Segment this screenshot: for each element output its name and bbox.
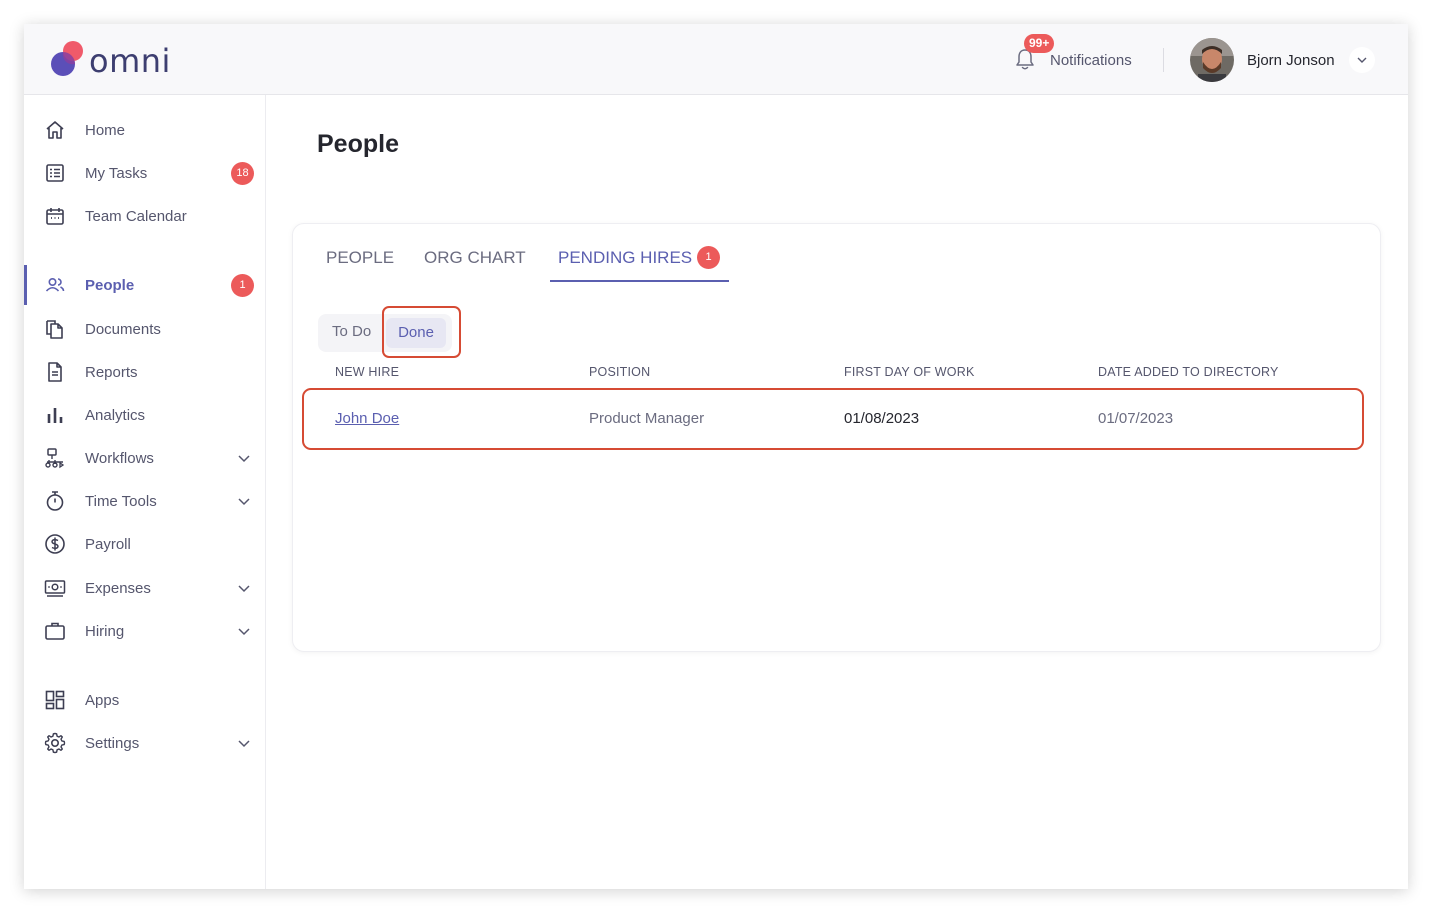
people-card: PEOPLE ORG CHART PENDING HIRES 1 To Do D…: [292, 223, 1381, 652]
tasks-count-badge: 18: [231, 162, 254, 185]
done-highlight-box: [382, 306, 461, 358]
pending-hires-count-badge: 1: [697, 246, 720, 269]
app-window: omni Notifications 99+ Bjorn Jonson Home…: [24, 24, 1408, 889]
tab-people[interactable]: PEOPLE: [326, 248, 394, 284]
sidebar-item-payroll[interactable]: Payroll: [24, 524, 266, 564]
user-menu[interactable]: Bjorn Jonson: [1190, 38, 1375, 82]
workflows-icon: [45, 448, 65, 469]
tab-pending-hires[interactable]: PENDING HIRES: [558, 248, 692, 284]
active-tab-indicator: [550, 280, 729, 282]
sidebar-item-home[interactable]: Home: [24, 110, 266, 150]
notifications-label: Notifications: [1050, 51, 1132, 69]
gear-icon: [44, 732, 66, 754]
sidebar-item-label: Analytics: [85, 406, 146, 424]
sidebar-item-label: Documents: [85, 320, 161, 338]
apps-icon: [45, 690, 65, 710]
documents-icon: [46, 320, 63, 339]
page-title: People: [317, 130, 399, 158]
people-icon: [45, 278, 65, 292]
sidebar-item-time-tools[interactable]: Time Tools: [24, 481, 266, 521]
sidebar: Home My Tasks 18 Team Calendar People 1 …: [24, 95, 266, 889]
sidebar-item-label: Expenses: [85, 579, 151, 597]
sidebar-item-label: Time Tools: [85, 492, 157, 510]
home-icon: [46, 121, 64, 139]
sidebar-item-analytics[interactable]: Analytics: [24, 395, 266, 435]
sidebar-item-label: Settings: [85, 734, 140, 752]
sidebar-item-documents[interactable]: Documents: [24, 309, 266, 349]
notifications-count-badge: 99+: [1024, 34, 1055, 53]
dollar-icon: [45, 534, 65, 554]
tasks-icon: [46, 164, 64, 182]
date-added-cell: 01/07/2023: [1098, 410, 1174, 427]
column-header-position[interactable]: POSITION: [589, 365, 650, 379]
avatar: [1190, 38, 1234, 82]
calendar-icon: [46, 208, 64, 225]
chevron-down-icon[interactable]: [237, 451, 251, 465]
sidebar-item-label: My Tasks: [85, 164, 148, 182]
position-cell: Product Manager: [589, 410, 705, 427]
briefcase-icon: [45, 622, 65, 640]
new-hire-name-link[interactable]: John Doe: [335, 410, 399, 427]
header-divider: [1163, 48, 1164, 72]
sidebar-item-reports[interactable]: Reports: [24, 352, 266, 392]
chevron-down-icon[interactable]: [237, 624, 251, 638]
top-bar: omni Notifications 99+ Bjorn Jonson: [24, 24, 1408, 95]
people-count-badge: 1: [231, 274, 254, 297]
chevron-down-icon[interactable]: [237, 581, 251, 595]
sidebar-item-label: People: [85, 276, 135, 294]
sidebar-item-settings[interactable]: Settings: [24, 723, 266, 763]
sidebar-item-label: Apps: [85, 691, 120, 709]
sidebar-item-label: Reports: [85, 363, 138, 381]
stopwatch-icon: [46, 491, 64, 511]
segment-to-do[interactable]: To Do: [332, 323, 371, 340]
sidebar-item-label: Payroll: [85, 535, 131, 553]
column-header-new-hire[interactable]: NEW HIRE: [335, 365, 399, 379]
sidebar-item-label: Home: [85, 121, 126, 139]
tab-org-chart[interactable]: ORG CHART: [424, 248, 526, 284]
sidebar-item-team-calendar[interactable]: Team Calendar: [24, 196, 266, 236]
sidebar-item-label: Hiring: [85, 622, 125, 640]
user-name: Bjorn Jonson: [1247, 51, 1335, 69]
sidebar-item-my-tasks[interactable]: My Tasks 18: [24, 153, 266, 193]
reports-icon: [48, 362, 62, 382]
first-day-cell: 01/08/2023: [844, 410, 920, 427]
sidebar-item-expenses[interactable]: Expenses: [24, 568, 266, 608]
sidebar-item-hiring[interactable]: Hiring: [24, 611, 266, 651]
sidebar-item-people[interactable]: People 1: [24, 265, 266, 305]
sidebar-item-label: Team Calendar: [85, 207, 187, 225]
expenses-icon: [44, 580, 66, 597]
table-row-highlight-box: [302, 388, 1364, 450]
sidebar-item-apps[interactable]: Apps: [24, 680, 266, 720]
sidebar-item-workflows[interactable]: Workflows: [24, 438, 266, 478]
sidebar-item-label: Workflows: [85, 449, 154, 467]
chevron-down-icon[interactable]: [1348, 47, 1375, 73]
omni-logo[interactable]: omni: [49, 40, 189, 80]
logo-text: omni: [89, 42, 171, 80]
column-header-first-day[interactable]: FIRST DAY OF WORK: [844, 365, 975, 379]
chevron-down-icon[interactable]: [237, 736, 251, 750]
omni-logo-mark: [51, 41, 83, 76]
chevron-down-icon[interactable]: [237, 494, 251, 508]
analytics-icon: [47, 408, 63, 423]
column-header-date-added[interactable]: DATE ADDED TO DIRECTORY: [1098, 365, 1279, 379]
